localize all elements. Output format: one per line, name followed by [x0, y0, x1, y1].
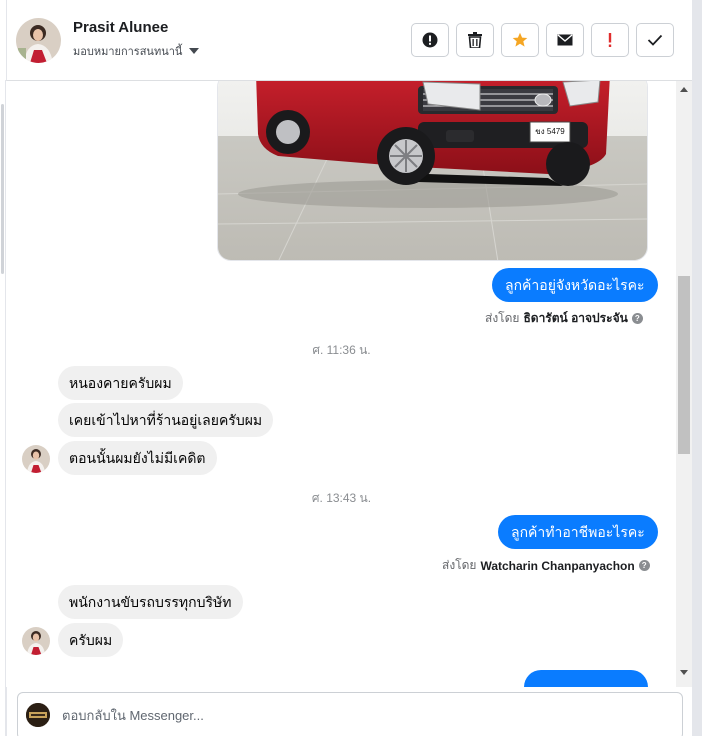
incoming-message[interactable]: ครับผม: [58, 623, 124, 657]
timestamp: ศ. 13:43 น.: [311, 491, 372, 505]
outgoing-message-partial[interactable]: [524, 670, 648, 687]
incoming-message[interactable]: พนักงานขับรถบรรทุกบริษัท: [58, 585, 243, 619]
sent-by-prefix: ส่งโดย: [442, 558, 477, 572]
window-edge: [692, 0, 702, 736]
exclamation-icon: [608, 33, 612, 47]
assign-conversation-dropdown[interactable]: มอบหมายการสนทนานี้: [73, 42, 200, 60]
license-plate-text: ขง 5479: [535, 127, 565, 136]
sent-by-name[interactable]: Watcharin Chanpanyachon: [480, 559, 634, 573]
report-spam-button[interactable]: [411, 23, 449, 57]
trash-icon: [468, 32, 482, 48]
scroll-thumb[interactable]: [678, 276, 690, 454]
scroll-down-arrow-icon[interactable]: [680, 670, 688, 675]
assign-label: มอบหมายการสนทนานี้: [73, 46, 183, 58]
sent-by-label: ส่งโดย ธิดารัตน์ อาจประจัน ?: [485, 309, 643, 328]
thread-scrollbar[interactable]: [676, 81, 692, 687]
alert-circle-icon: [422, 32, 438, 48]
car-photo-attachment[interactable]: ขง 5479: [217, 81, 648, 261]
outgoing-message[interactable]: ลูกค้าอยู่จังหวัดอะไรคะ: [492, 268, 658, 302]
header-actions: [411, 23, 674, 57]
contact-avatar[interactable]: [16, 18, 61, 63]
incoming-message[interactable]: ตอนนั้นผมยังไม่มีเคดิต: [58, 441, 217, 475]
follow-up-button[interactable]: [591, 23, 629, 57]
incoming-message[interactable]: หนองคายครับผม: [58, 366, 183, 400]
sent-by-prefix: ส่งโดย: [485, 311, 520, 325]
incoming-message[interactable]: เคยเข้าไปหาที่ร้านอยู่เลยครับผม: [58, 403, 274, 437]
contact-name[interactable]: Prasit Alunee: [73, 19, 168, 36]
sent-by-label: ส่งโดย Watcharin Chanpanyachon ?: [442, 556, 650, 575]
help-icon[interactable]: ?: [638, 560, 650, 571]
envelope-icon: [557, 34, 573, 46]
check-icon: [647, 34, 663, 46]
sent-by-name[interactable]: ธิดารัตน์ อาจประจัน: [523, 309, 627, 328]
reply-input[interactable]: [62, 704, 622, 726]
mark-unread-button[interactable]: [546, 23, 584, 57]
conversation-header: Prasit Alunee มอบหมายการสนทนานี้: [6, 0, 692, 81]
mark-done-button[interactable]: [636, 23, 674, 57]
help-icon[interactable]: ?: [631, 313, 643, 324]
contact-avatar-small[interactable]: [22, 445, 50, 473]
left-panel-scrollbar[interactable]: [0, 80, 6, 736]
caret-down-icon: [189, 48, 200, 54]
page-avatar: [26, 703, 50, 727]
reply-composer[interactable]: [17, 692, 683, 736]
left-scroll-thumb[interactable]: [1, 104, 4, 274]
star-button[interactable]: [501, 23, 539, 57]
composer-area: [6, 687, 692, 736]
star-icon: [512, 32, 528, 47]
message-thread[interactable]: ขง 5479 ลูกค้าอยู่จังหวัดอะไรคะ ส่งโดย ธ…: [7, 81, 676, 687]
contact-avatar-small[interactable]: [22, 627, 50, 655]
outgoing-message[interactable]: ลูกค้าทำอาชีพอะไรคะ: [498, 515, 658, 549]
timestamp: ศ. 11:36 น.: [312, 343, 371, 357]
scroll-up-arrow-icon[interactable]: [680, 87, 688, 92]
delete-button[interactable]: [456, 23, 494, 57]
